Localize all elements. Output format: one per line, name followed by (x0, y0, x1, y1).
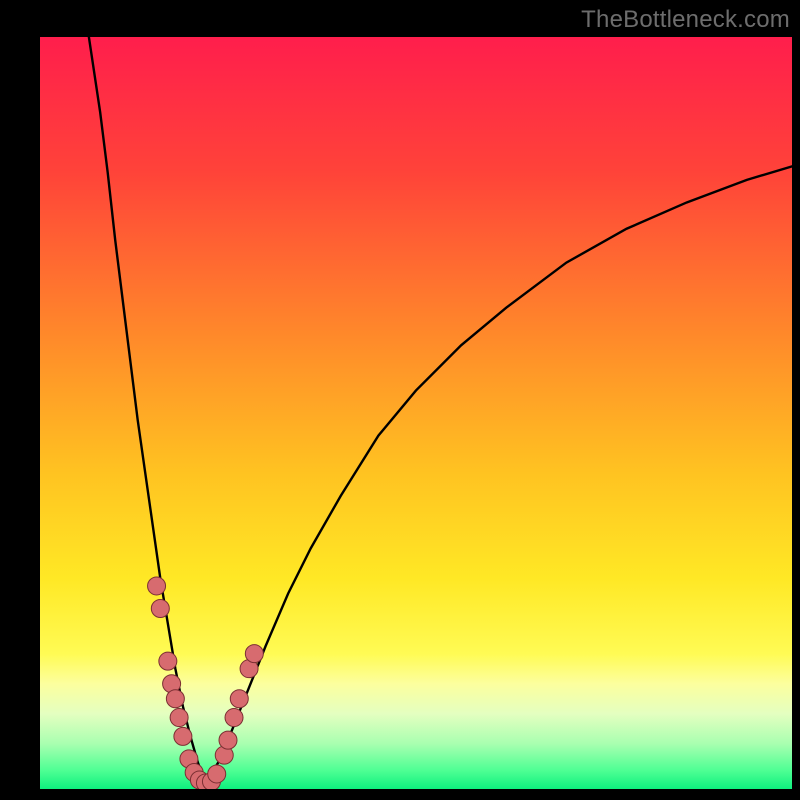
watermark-text: TheBottleneck.com (581, 6, 790, 34)
data-marker (148, 577, 166, 595)
data-marker (166, 690, 184, 708)
plot-svg (40, 37, 792, 789)
data-marker (230, 690, 248, 708)
data-marker (225, 709, 243, 727)
data-marker (245, 645, 263, 663)
data-marker (151, 600, 169, 618)
data-marker (159, 652, 177, 670)
plot-area (40, 37, 792, 789)
data-marker (170, 709, 188, 727)
data-marker (208, 765, 226, 783)
gradient-background (40, 37, 792, 789)
data-marker (174, 727, 192, 745)
data-marker (219, 731, 237, 749)
chart-frame: TheBottleneck.com (0, 0, 800, 800)
